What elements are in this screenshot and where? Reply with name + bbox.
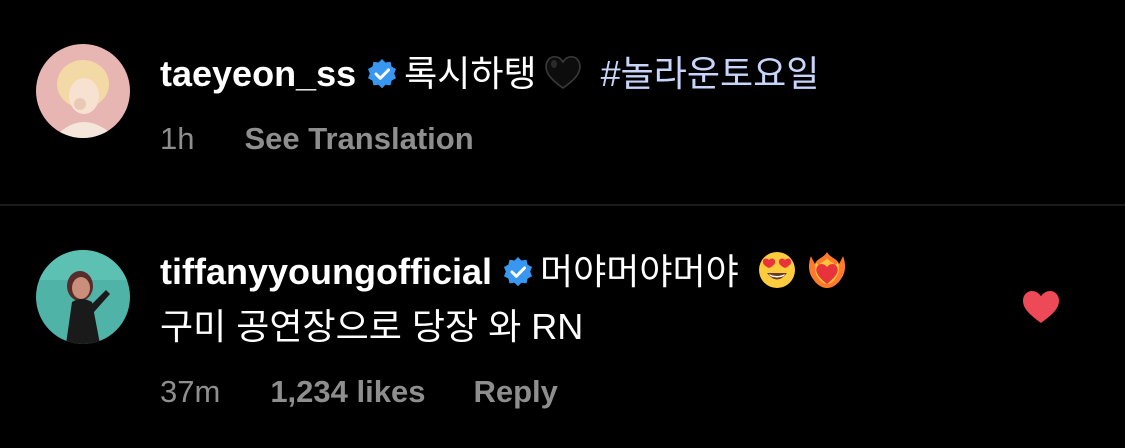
comment-time: 37m — [160, 374, 221, 409]
avatar[interactable] — [36, 44, 130, 138]
like-heart-icon[interactable] — [1022, 290, 1060, 324]
comment-text-line: tiffanyyoungofficial 머야머야머야 — [160, 250, 847, 294]
black-heart-icon — [543, 52, 583, 92]
comment-text: 록시하탱 — [404, 53, 537, 94]
comment-time: 1h — [160, 121, 195, 156]
see-translation-button[interactable]: See Translation — [244, 121, 473, 156]
username[interactable]: taeyeon_ss — [160, 53, 356, 94]
avatar[interactable] — [36, 250, 130, 344]
verified-badge-icon — [366, 58, 398, 90]
comment-text: 구미 공연장으로 당장 와 RN — [160, 306, 584, 347]
comment-meta: 37m 1,234 likes Reply — [160, 372, 606, 412]
likes-count-button[interactable]: 1,234 likes — [270, 374, 425, 409]
heart-eyes-icon — [757, 250, 797, 290]
comment-text-line: taeyeon_ss 록시하탱 #놀라운토요일 — [160, 52, 819, 96]
comment-item: taeyeon_ss 록시하탱 #놀라운토요일 1h See Translation — [0, 0, 1125, 205]
username[interactable]: tiffanyyoungofficial — [160, 251, 492, 292]
comment-meta: 1h See Translation — [160, 119, 522, 159]
heart-on-fire-icon — [807, 250, 847, 290]
reply-button[interactable]: Reply — [473, 374, 557, 409]
comment-item: tiffanyyoungofficial 머야머야머야 구미 공연장으로 당장 와… — [0, 206, 1125, 448]
comment-text-line: 구미 공연장으로 당장 와 RN — [160, 305, 583, 349]
comment-text: 머야머야머야 — [540, 251, 739, 292]
verified-badge-icon — [502, 256, 534, 288]
hashtag-link[interactable]: #놀라운토요일 — [601, 53, 820, 94]
